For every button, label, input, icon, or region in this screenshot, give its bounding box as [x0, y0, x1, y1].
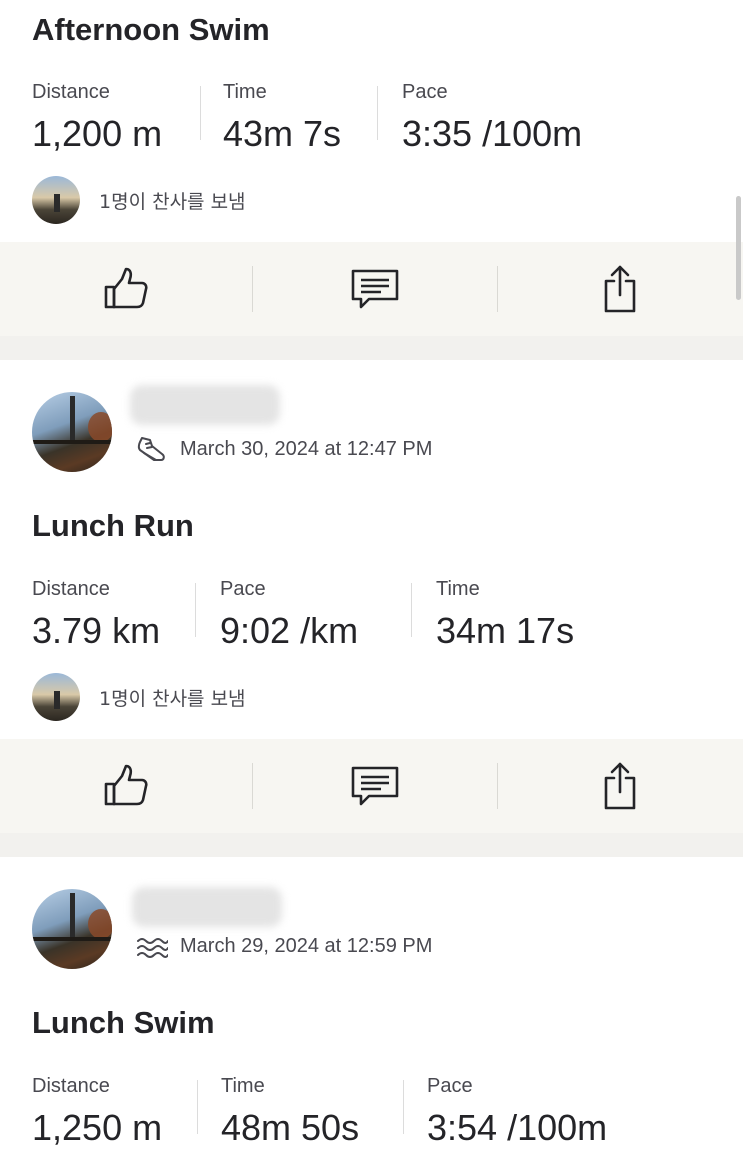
athlete-name-blurred[interactable]	[132, 887, 282, 927]
kudos-button[interactable]	[0, 242, 252, 336]
stat-pace: Pace 3:35 /100m	[402, 80, 582, 160]
stat-divider	[197, 1080, 198, 1134]
stat-distance: Distance 3.79 km	[32, 577, 160, 657]
stat-divider	[377, 86, 378, 140]
share-icon	[600, 263, 640, 315]
activity-title[interactable]: Lunch Run	[32, 508, 194, 544]
stat-divider	[195, 583, 196, 637]
stat-value: 48m 50s	[221, 1107, 360, 1148]
scrollbar[interactable]	[736, 196, 741, 300]
activity-title[interactable]: Afternoon Swim	[32, 12, 270, 48]
stat-value: 3.79 km	[32, 610, 161, 651]
stat-pace: Pace 9:02 /km	[220, 577, 358, 657]
kudos-count-text[interactable]: 1명이 찬사를 보냄	[99, 187, 246, 214]
activity-date: March 30, 2024 at 12:47 PM	[180, 437, 433, 460]
share-icon	[600, 760, 640, 812]
kudoser-avatar[interactable]	[32, 673, 80, 721]
activity-card[interactable]: March 30, 2024 at 12:47 PM Lunch Run Dis…	[0, 360, 743, 833]
stat-divider	[200, 86, 201, 140]
athlete-avatar[interactable]	[32, 889, 112, 969]
stat-value: 34m 17s	[436, 610, 575, 651]
stat-distance: Distance 1,200 m	[32, 80, 162, 160]
stat-label: Time	[436, 578, 480, 600]
swim-waves-icon	[136, 933, 169, 959]
thumbs-up-icon	[102, 762, 150, 810]
activity-stats: Distance 1,250 m Time 48m 50s Pace 3:54 …	[32, 1074, 732, 1154]
comment-icon	[349, 267, 401, 311]
activity-date: March 29, 2024 at 12:59 PM	[180, 934, 433, 957]
stat-label: Distance	[32, 81, 110, 103]
stat-time: Time 48m 50s	[221, 1074, 359, 1154]
stat-divider	[411, 583, 412, 637]
stat-label: Pace	[402, 81, 448, 103]
stat-label: Distance	[32, 578, 110, 600]
stat-label: Pace	[220, 578, 266, 600]
stat-label: Time	[221, 1075, 265, 1097]
activity-card[interactable]: March 29, 2024 at 12:59 PM Lunch Swim Di…	[0, 857, 743, 1170]
stat-time: Time 43m 7s	[223, 80, 341, 160]
activity-header: March 30, 2024 at 12:47 PM	[0, 360, 743, 480]
stat-value: 1,250 m	[32, 1107, 163, 1148]
comment-button[interactable]	[252, 739, 497, 833]
share-button[interactable]	[497, 739, 743, 833]
stat-label: Distance	[32, 1075, 110, 1097]
stat-divider	[403, 1080, 404, 1134]
activity-header: March 29, 2024 at 12:59 PM	[0, 857, 743, 977]
stat-value: 1,200 m	[32, 113, 163, 154]
stat-value: 3:35 /100m	[402, 113, 583, 154]
action-bar	[0, 739, 743, 833]
activity-stats: Distance 1,200 m Time 43m 7s Pace 3:35 /…	[32, 80, 732, 160]
share-button[interactable]	[497, 242, 743, 336]
activity-card[interactable]: Afternoon Swim Distance 1,200 m Time 43m…	[0, 0, 743, 336]
stat-label: Pace	[427, 1075, 473, 1097]
kudos-count-text[interactable]: 1명이 찬사를 보냄	[99, 684, 246, 711]
run-shoe-icon	[136, 436, 168, 462]
activity-title[interactable]: Lunch Swim	[32, 1005, 215, 1041]
stat-time: Time 34m 17s	[436, 577, 574, 657]
stat-label: Time	[223, 81, 267, 103]
stat-value: 9:02 /km	[220, 610, 359, 651]
comment-icon	[349, 764, 401, 808]
stat-pace: Pace 3:54 /100m	[427, 1074, 607, 1154]
kudos-row[interactable]: 1명이 찬사를 보냄	[32, 176, 246, 224]
athlete-avatar[interactable]	[32, 392, 112, 472]
comment-button[interactable]	[252, 242, 497, 336]
kudoser-avatar[interactable]	[32, 176, 80, 224]
kudos-button[interactable]	[0, 739, 252, 833]
activity-meta: March 30, 2024 at 12:47 PM	[136, 436, 432, 462]
activity-stats: Distance 3.79 km Pace 9:02 /km Time 34m …	[32, 577, 732, 657]
kudos-row[interactable]: 1명이 찬사를 보냄	[32, 673, 246, 721]
stat-distance: Distance 1,250 m	[32, 1074, 162, 1154]
thumbs-up-icon	[102, 265, 150, 313]
activity-meta: March 29, 2024 at 12:59 PM	[136, 933, 432, 959]
stat-value: 43m 7s	[223, 113, 342, 154]
athlete-name-blurred[interactable]	[130, 385, 280, 425]
action-bar	[0, 242, 743, 336]
stat-value: 3:54 /100m	[427, 1107, 608, 1148]
